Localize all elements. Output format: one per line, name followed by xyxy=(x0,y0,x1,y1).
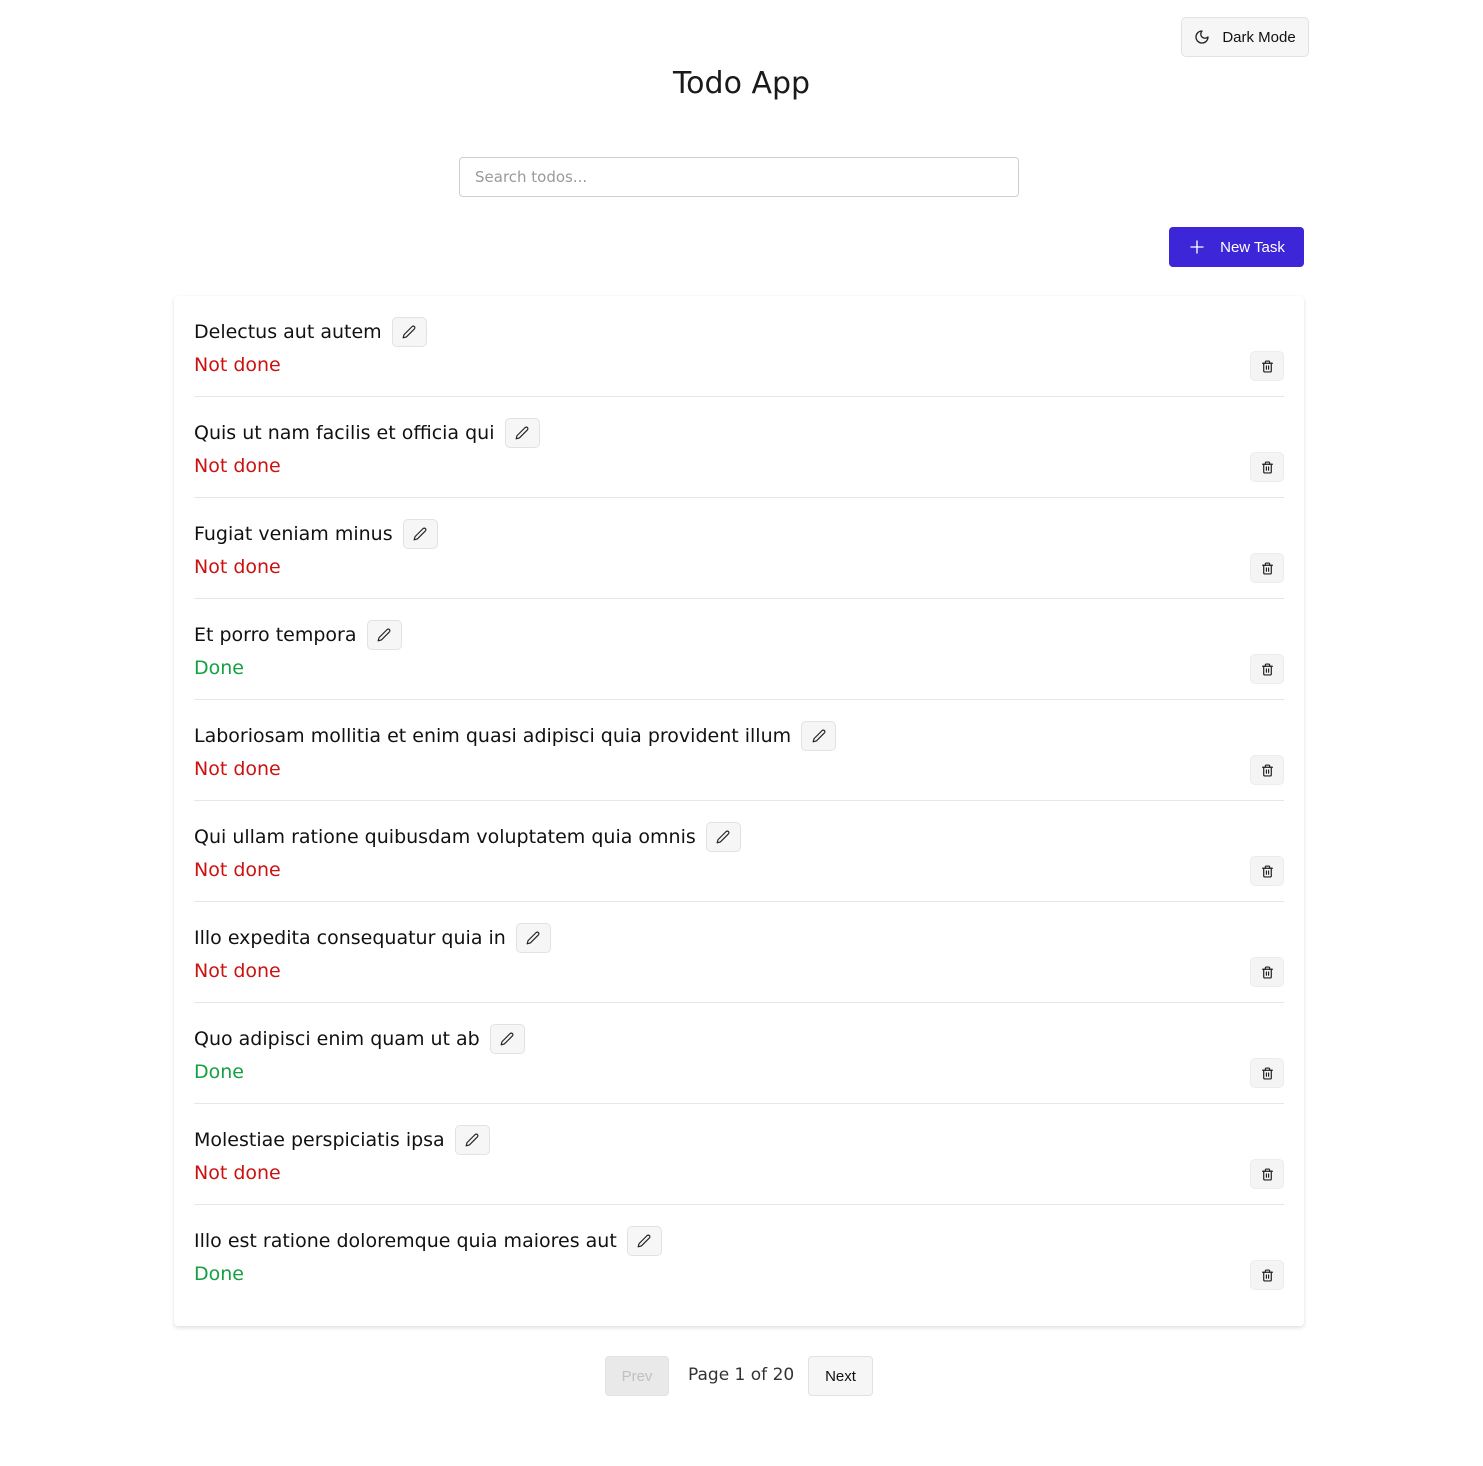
todo-app-page: Dark Mode Todo App New Task Delectus aut… xyxy=(0,0,1483,1466)
todo-title-row: Laboriosam mollitia et enim quasi adipis… xyxy=(194,721,837,751)
trash-icon xyxy=(1261,763,1274,777)
pencil-icon xyxy=(377,628,391,642)
new-task-button[interactable]: New Task xyxy=(1169,227,1304,267)
todo-title: Illo est ratione doloremque quia maiores… xyxy=(194,1230,617,1252)
todo-title-row: Delectus aut autem xyxy=(194,317,427,347)
todo-title: Quis ut nam facilis et officia qui xyxy=(194,422,495,444)
todo-status: Not done xyxy=(194,455,281,477)
edit-todo-button[interactable] xyxy=(705,822,741,852)
prev-page-button[interactable]: Prev xyxy=(605,1356,669,1396)
moon-icon xyxy=(1194,29,1210,45)
edit-todo-button[interactable] xyxy=(489,1024,525,1054)
edit-todo-button[interactable] xyxy=(504,418,540,448)
todo-title: Fugiat veniam minus xyxy=(194,523,393,545)
pencil-icon xyxy=(526,931,540,945)
pencil-icon xyxy=(515,426,529,440)
todo-item: Delectus aut autem Not done xyxy=(194,296,1284,397)
delete-todo-button[interactable] xyxy=(1250,654,1284,684)
trash-icon xyxy=(1261,864,1274,878)
delete-todo-button[interactable] xyxy=(1250,957,1284,987)
delete-todo-button[interactable] xyxy=(1250,1058,1284,1088)
todo-item: Illo est ratione doloremque quia maiores… xyxy=(194,1205,1284,1306)
delete-todo-button[interactable] xyxy=(1250,1159,1284,1189)
todo-status: Not done xyxy=(194,354,281,376)
todo-status: Done xyxy=(194,1061,244,1083)
delete-todo-button[interactable] xyxy=(1250,856,1284,886)
edit-todo-button[interactable] xyxy=(402,519,438,549)
todo-title: Delectus aut autem xyxy=(194,321,382,343)
delete-todo-button[interactable] xyxy=(1250,351,1284,381)
edit-todo-button[interactable] xyxy=(515,923,551,953)
pencil-icon xyxy=(500,1032,514,1046)
todo-title-row: Quo adipisci enim quam ut ab xyxy=(194,1024,525,1054)
todo-item: Fugiat veniam minus Not done xyxy=(194,498,1284,599)
todo-title-row: Et porro tempora xyxy=(194,620,402,650)
trash-icon xyxy=(1261,1167,1274,1181)
pencil-icon xyxy=(812,729,826,743)
pencil-icon xyxy=(637,1234,651,1248)
todo-status: Not done xyxy=(194,960,281,982)
todo-title: Quo adipisci enim quam ut ab xyxy=(194,1028,480,1050)
todo-status: Not done xyxy=(194,1162,281,1184)
todo-item: Quis ut nam facilis et officia qui Not do… xyxy=(194,397,1284,498)
todo-title: Laboriosam mollitia et enim quasi adipis… xyxy=(194,725,792,747)
dark-mode-label: Dark Mode xyxy=(1222,28,1296,46)
pencil-icon xyxy=(465,1133,479,1147)
trash-icon xyxy=(1261,965,1274,979)
todo-title: Et porro tempora xyxy=(194,624,357,646)
delete-todo-button[interactable] xyxy=(1250,1260,1284,1290)
todo-list: Delectus aut autem Not done Quis ut nam fa… xyxy=(174,296,1304,1326)
dark-mode-button[interactable]: Dark Mode xyxy=(1181,17,1309,57)
todo-status: Not done xyxy=(194,758,281,780)
delete-todo-button[interactable] xyxy=(1250,452,1284,482)
trash-icon xyxy=(1261,359,1274,373)
pencil-icon xyxy=(413,527,427,541)
trash-icon xyxy=(1261,561,1274,575)
todo-item: Quo adipisci enim quam ut ab Done xyxy=(194,1003,1284,1104)
todo-status: Not done xyxy=(194,556,281,578)
todo-status: Not done xyxy=(194,859,281,881)
trash-icon xyxy=(1261,460,1274,474)
todo-title: Illo expedita consequatur quia in xyxy=(194,927,506,949)
todo-title-row: Illo est ratione doloremque quia maiores… xyxy=(194,1226,662,1256)
todo-item: Molestiae perspiciatis ipsa Not done xyxy=(194,1104,1284,1205)
search-input[interactable] xyxy=(459,157,1019,197)
todo-title: Molestiae perspiciatis ipsa xyxy=(194,1129,445,1151)
todo-title-row: Quis ut nam facilis et officia qui xyxy=(194,418,540,448)
trash-icon xyxy=(1261,1066,1274,1080)
todo-status: Done xyxy=(194,657,244,679)
edit-todo-button[interactable] xyxy=(626,1226,662,1256)
edit-todo-button[interactable] xyxy=(454,1125,490,1155)
todo-item: Laboriosam mollitia et enim quasi adipis… xyxy=(194,700,1284,801)
todo-title-row: Fugiat veniam minus xyxy=(194,519,438,549)
trash-icon xyxy=(1261,1268,1274,1282)
new-task-label: New Task xyxy=(1220,238,1285,256)
trash-icon xyxy=(1261,662,1274,676)
page-title: Todo App xyxy=(672,66,811,101)
pencil-icon xyxy=(402,325,416,339)
edit-todo-button[interactable] xyxy=(366,620,402,650)
todo-item: Qui ullam ratione quibusdam voluptatem q… xyxy=(194,801,1284,902)
plus-icon xyxy=(1188,238,1206,256)
delete-todo-button[interactable] xyxy=(1250,553,1284,583)
todo-item: Illo expedita consequatur quia in Not don… xyxy=(194,902,1284,1003)
todo-title-row: Illo expedita consequatur quia in xyxy=(194,923,551,953)
todo-title: Qui ullam ratione quibusdam voluptatem q… xyxy=(194,826,696,848)
todo-title-row: Molestiae perspiciatis ipsa xyxy=(194,1125,490,1155)
todo-status: Done xyxy=(194,1263,244,1285)
todo-title-row: Qui ullam ratione quibusdam voluptatem q… xyxy=(194,822,741,852)
todo-item: Et porro tempora Done xyxy=(194,599,1284,700)
pencil-icon xyxy=(716,830,730,844)
page-indicator: Page 1 of 20 xyxy=(688,1365,795,1385)
edit-todo-button[interactable] xyxy=(391,317,427,347)
next-page-button[interactable]: Next xyxy=(808,1356,873,1396)
edit-todo-button[interactable] xyxy=(801,721,837,751)
delete-todo-button[interactable] xyxy=(1250,755,1284,785)
